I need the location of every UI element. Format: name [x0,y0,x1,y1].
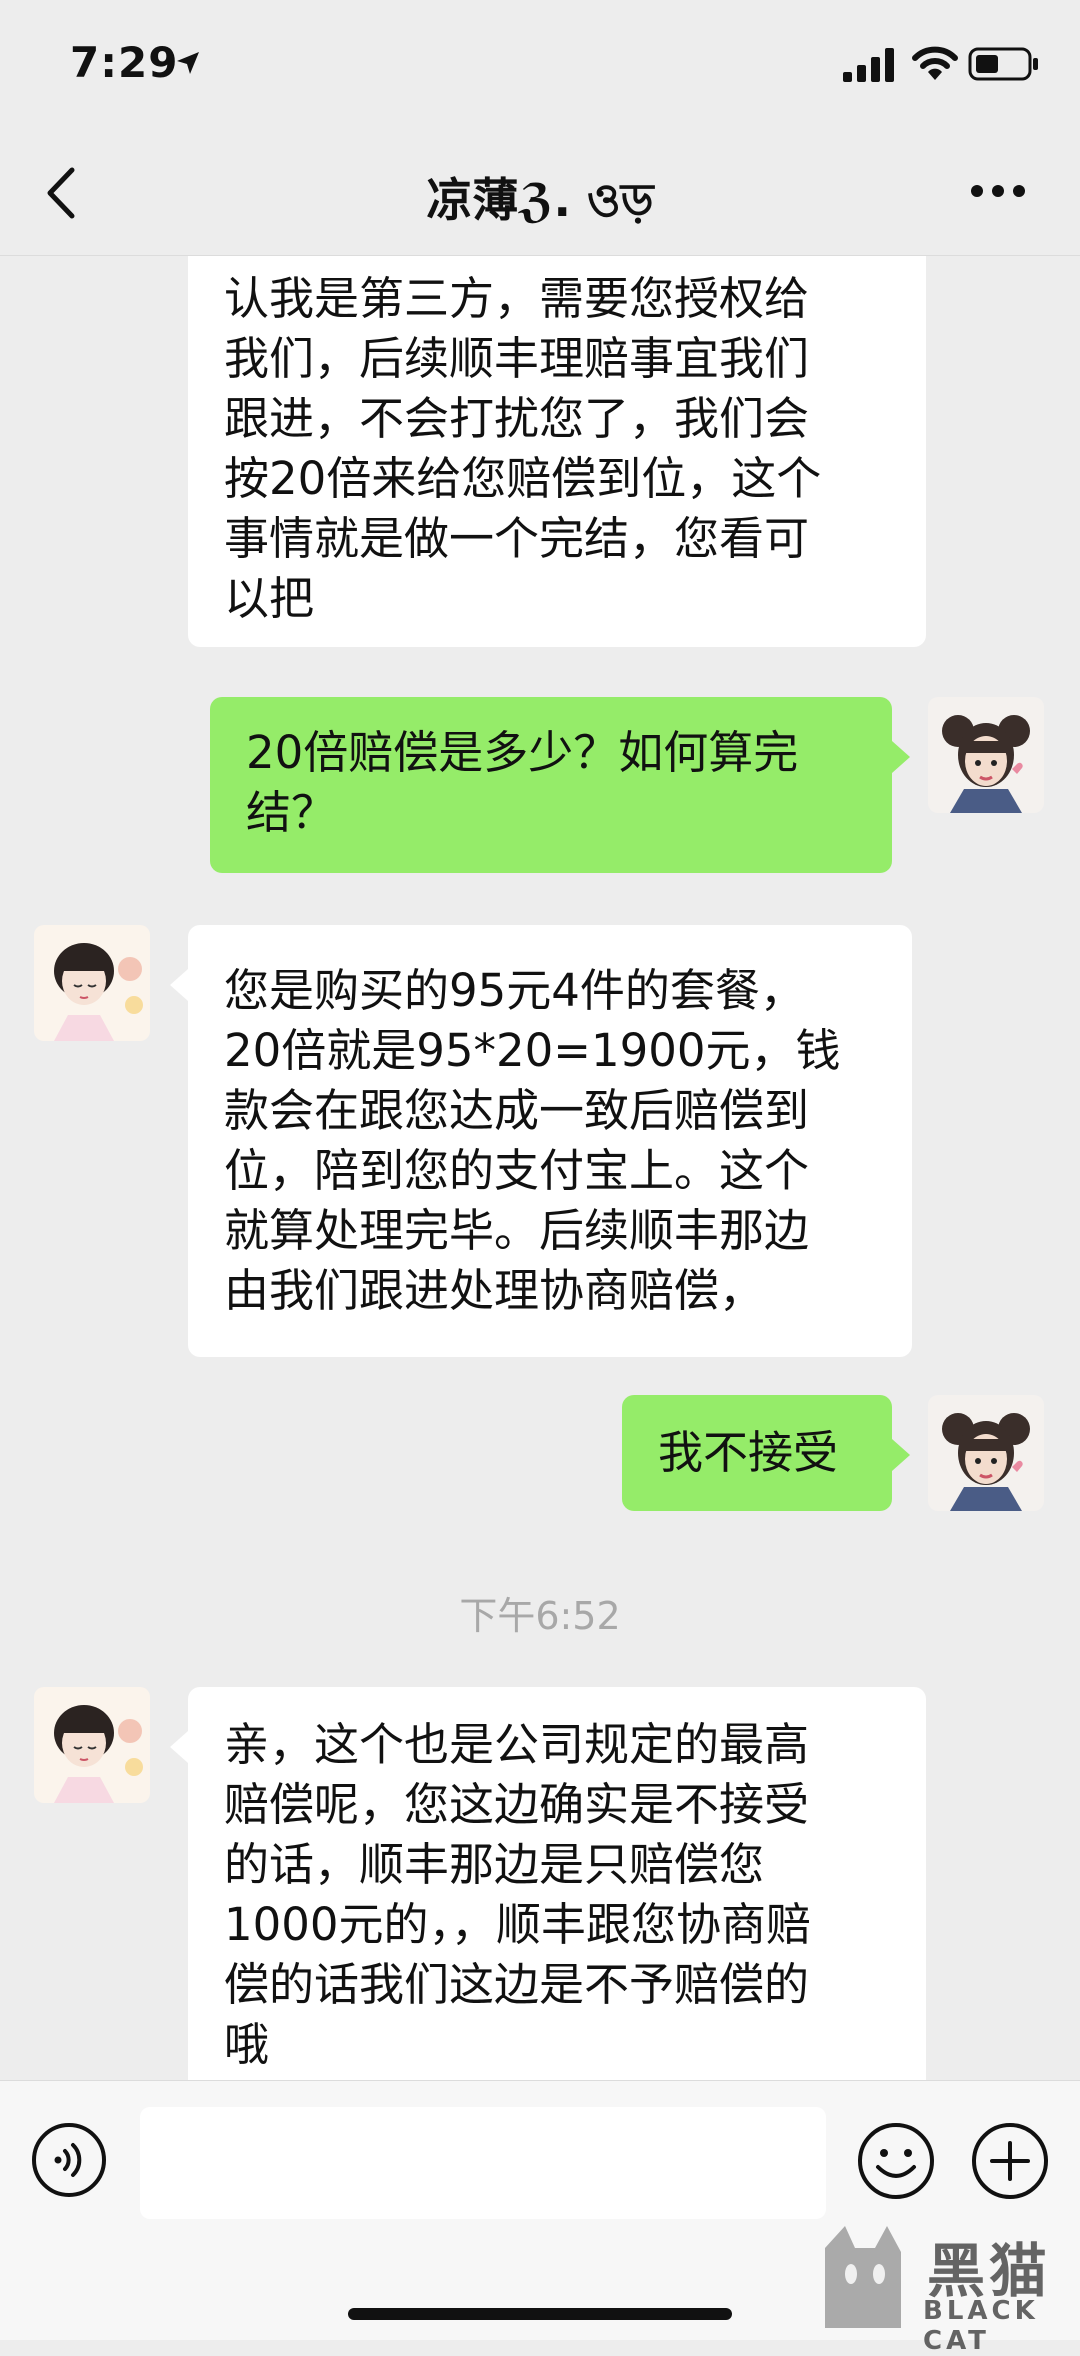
cat-logo-icon [825,2226,901,2328]
message-line: 我们，后续顺丰理赔事宜我们 [224,332,810,385]
message-line: 您是购买的95元4件的套餐， [224,964,805,1017]
message-line: 20倍赔偿是多少？如何算完 [246,726,799,779]
message-line: 按20倍来给您赔偿到位，这个 [224,452,822,505]
message-line: 偿的话我们这边是不予赔偿的 [224,1958,810,2011]
message-bubble[interactable]: 20倍赔偿是多少？如何算完 结？ [210,697,910,873]
message-line: 跟进，不会打扰您了，我们会 [224,392,810,445]
message-bubble[interactable]: 您是购买的95元4件的套餐， 20倍就是95*20=1900元，钱 款会在跟您达… [170,925,912,1357]
message-bubble[interactable]: 亲，这个也是公司规定的最高 赔偿呢，您这边确实是不接受 的话，顺丰那边是只赔偿您… [170,1687,926,2080]
message-line: 的话，顺丰那边是只赔偿您 [224,1838,765,1891]
location-arrow-icon [177,52,199,74]
status-time: 7:29 [70,38,179,87]
message-line: 结？ [246,786,337,839]
avatar[interactable] [928,1395,1044,1511]
status-bar: 7:29 [0,0,1080,130]
message-line: 哦 [224,2018,270,2071]
wifi-icon [912,46,958,80]
chat-area[interactable]: 认我是第三方，需要您授权给 我们，后续顺丰理赔事宜我们 跟进，不会打扰您了，我们… [0,255,1080,2080]
message-line: 亲，这个也是公司规定的最高 [224,1718,810,1771]
message-line: 位，陪到您的支付宝上。这个 [224,1144,810,1197]
watermark-subtext: BLACK CAT [923,2296,1039,2356]
message-line: 赔偿呢，您这边确实是不接受 [224,1778,810,1831]
plus-icon[interactable] [970,2121,1050,2201]
more-icon[interactable] [970,182,1026,200]
message-line: 1000元的，，顺丰跟您协商赔 [224,1898,812,1951]
avatar[interactable] [34,925,150,1041]
message-bubble[interactable]: 认我是第三方，需要您授权给 我们，后续顺丰理赔事宜我们 跟进，不会打扰您了，我们… [188,255,926,647]
avatar[interactable] [34,1687,150,1803]
home-indicator [348,2308,732,2320]
message-line: 认我是第三方，需要您授权给 [224,272,810,325]
message-line: 20倍就是95*20=1900元，钱 [224,1024,841,1077]
message-line: 以把 [224,572,315,625]
voice-icon[interactable] [30,2121,108,2199]
message-bubble[interactable]: 我不接受 [622,1395,910,1511]
message-line: 就算处理完毕。后续顺丰那边 [224,1204,810,1257]
message-line: 由我们跟进处理协商赔偿， [224,1264,765,1317]
watermark: 黑猫 BLACK CAT [805,2218,1075,2356]
battery-icon [968,47,1038,81]
message-line: 事情就是做一个完结，您看可 [224,512,810,565]
avatar[interactable] [928,697,1044,813]
chat-title: 凉薄ℨ. ও‌ড় [426,173,654,227]
signal-icon [843,48,894,82]
timestamp: 下午6:52 [459,1594,621,1638]
message-line: 我不接受 [658,1426,839,1479]
emoji-icon[interactable] [856,2121,936,2201]
message-line: 款会在跟您达成一致后赔偿到 [224,1084,810,1137]
message-input[interactable] [140,2107,826,2219]
nav-bar: 凉薄ℨ. ও‌ড় [0,130,1080,256]
